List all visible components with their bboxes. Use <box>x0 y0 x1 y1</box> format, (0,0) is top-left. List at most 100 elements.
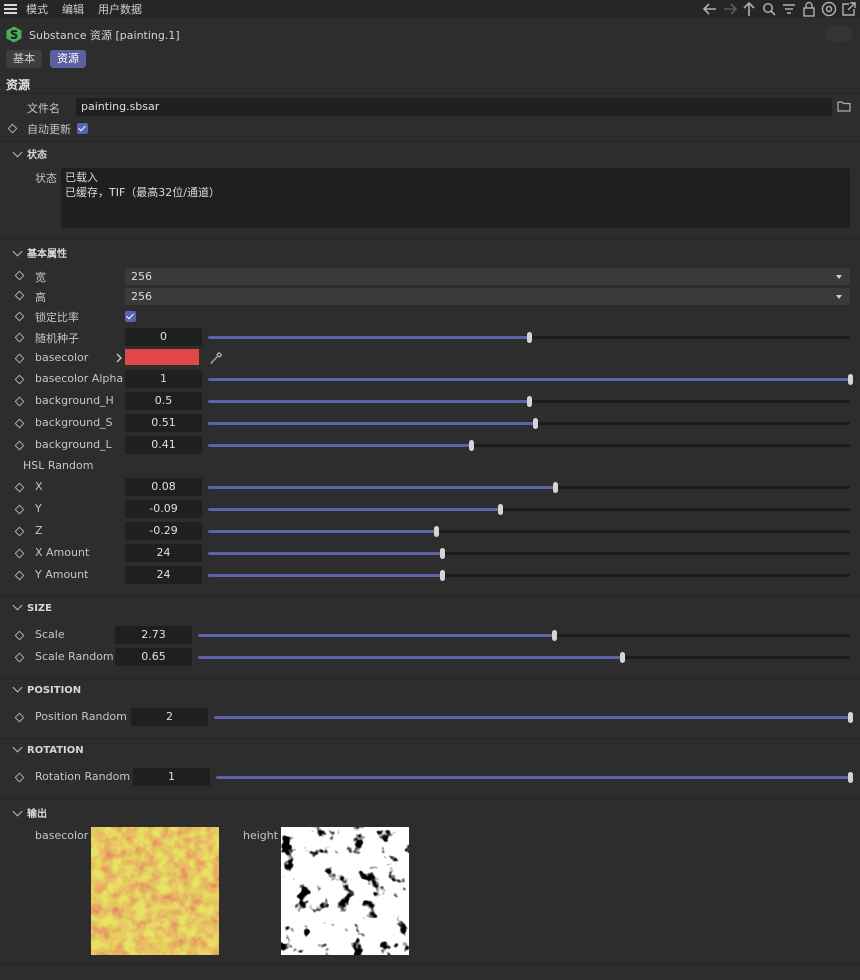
slider-thumb[interactable] <box>440 548 446 559</box>
forward-arrow-icon[interactable] <box>722 2 738 16</box>
eyedropper-icon[interactable] <box>209 350 224 365</box>
slider-thumb[interactable] <box>440 570 446 581</box>
keyframe-diamond-icon[interactable] <box>7 123 18 134</box>
height-value: 256 <box>131 290 152 303</box>
keyframe-diamond-icon[interactable] <box>14 772 25 783</box>
keyframe-diamond-icon[interactable] <box>14 353 25 364</box>
keyframe-diamond-icon[interactable] <box>14 526 25 537</box>
basic-group-title: 基本属性 <box>27 249 67 260</box>
lock-icon[interactable] <box>802 1 816 17</box>
x-field[interactable]: 0.08 <box>125 478 202 496</box>
keyframe-diamond-icon[interactable] <box>14 311 25 322</box>
background-l-slider[interactable] <box>208 440 850 451</box>
tab-basic[interactable]: 基本 <box>6 50 42 68</box>
basecolor-swatch[interactable] <box>125 349 199 365</box>
scale-field[interactable]: 2.73 <box>115 626 192 644</box>
basecolor-alpha-field[interactable]: 1 <box>125 370 202 388</box>
basecolor-alpha-slider[interactable] <box>208 374 853 385</box>
z-slider[interactable] <box>208 526 850 537</box>
background-s-slider[interactable] <box>208 418 850 429</box>
auto-update-checkbox[interactable] <box>77 123 88 134</box>
x-amount-slider[interactable] <box>208 548 850 559</box>
x-amount-field[interactable]: 24 <box>125 544 202 562</box>
background-h-field[interactable]: 0.5 <box>125 392 202 410</box>
slider-thumb[interactable] <box>848 772 853 783</box>
background-s-field[interactable]: 0.51 <box>125 414 202 432</box>
rotation-random-field[interactable]: 1 <box>133 768 210 786</box>
status-line: 已缓存，TIF（最高32位/通道） <box>65 186 220 199</box>
seed-field[interactable]: 0 <box>125 328 202 346</box>
scale-slider[interactable] <box>198 630 850 641</box>
slider-thumb[interactable] <box>527 396 532 407</box>
keyframe-diamond-icon[interactable] <box>14 440 25 451</box>
slider-thumb[interactable] <box>619 652 625 663</box>
keyframe-diamond-icon[interactable] <box>14 290 25 301</box>
position-random-slider[interactable] <box>214 712 853 723</box>
basic-group-header[interactable]: 基本属性 <box>12 245 67 260</box>
position-group-header[interactable]: POSITION <box>12 682 81 696</box>
up-arrow-icon[interactable] <box>742 1 756 17</box>
scale-random-field[interactable]: 0.65 <box>115 648 192 666</box>
y-amount-field[interactable]: 24 <box>125 566 202 584</box>
status-group-header[interactable]: 状态 <box>12 146 47 161</box>
x-label: X <box>35 480 43 493</box>
z-field[interactable]: -0.29 <box>125 522 202 540</box>
keyframe-diamond-icon[interactable] <box>14 332 25 343</box>
filename-field[interactable]: painting.sbsar <box>76 98 832 116</box>
keyframe-diamond-icon[interactable] <box>14 418 25 429</box>
target-icon[interactable] <box>821 1 837 17</box>
y-amount-slider[interactable] <box>208 570 850 581</box>
seed-slider[interactable] <box>208 332 850 343</box>
slider-thumb[interactable] <box>433 526 439 537</box>
slider-thumb[interactable] <box>848 374 853 385</box>
keyframe-diamond-icon[interactable] <box>14 712 25 723</box>
chevron-right-icon[interactable] <box>115 353 123 363</box>
keyframe-diamond-icon[interactable] <box>14 482 25 493</box>
keyframe-diamond-icon[interactable] <box>14 652 25 663</box>
slider-thumb[interactable] <box>551 630 557 641</box>
menu-mode[interactable]: 模式 <box>26 1 48 17</box>
hamburger-menu-icon[interactable] <box>4 4 17 14</box>
slider-thumb[interactable] <box>527 332 532 343</box>
slider-thumb[interactable] <box>848 712 853 723</box>
slider-thumb[interactable] <box>498 504 504 515</box>
keyframe-diamond-icon[interactable] <box>14 630 25 641</box>
menu-edit[interactable]: 编辑 <box>62 1 84 17</box>
output-height-label: height <box>243 829 279 842</box>
folder-icon[interactable] <box>837 100 851 112</box>
filter-icon[interactable] <box>782 3 796 15</box>
keyframe-diamond-icon[interactable] <box>14 374 25 385</box>
keyframe-diamond-icon[interactable] <box>14 504 25 515</box>
rotation-group-header[interactable]: ROTATION <box>12 742 84 756</box>
menu-user-data[interactable]: 用户数据 <box>98 1 142 17</box>
y-slider[interactable] <box>208 504 850 515</box>
basecolor-preview-image[interactable] <box>91 827 219 955</box>
tab-asset[interactable]: 资源 <box>50 50 86 68</box>
toggle-switch[interactable] <box>825 26 852 42</box>
background-l-field[interactable]: 0.41 <box>125 436 202 454</box>
keyframe-diamond-icon[interactable] <box>14 270 25 281</box>
scale-random-slider[interactable] <box>198 652 850 663</box>
position-random-field[interactable]: 2 <box>131 708 208 726</box>
back-arrow-icon[interactable] <box>702 2 718 16</box>
slider-fill <box>208 422 536 425</box>
background-h-slider[interactable] <box>208 396 850 407</box>
size-group-header[interactable]: SIZE <box>12 600 52 614</box>
search-icon[interactable] <box>762 2 776 16</box>
output-group-header[interactable]: 输出 <box>12 805 47 820</box>
slider-thumb[interactable] <box>469 440 475 451</box>
keyframe-diamond-icon[interactable] <box>14 570 25 581</box>
new-window-icon[interactable] <box>841 1 857 17</box>
height-dropdown[interactable]: 256 <box>125 288 850 305</box>
x-slider[interactable] <box>208 482 850 493</box>
height-preview-image[interactable] <box>281 827 409 955</box>
y-field[interactable]: -0.09 <box>125 500 202 518</box>
width-dropdown[interactable]: 256 <box>125 268 850 285</box>
keyframe-diamond-icon[interactable] <box>14 548 25 559</box>
keyframe-diamond-icon[interactable] <box>14 396 25 407</box>
chevron-down-icon <box>12 742 23 753</box>
lock-ratio-checkbox[interactable] <box>125 311 136 322</box>
rotation-random-slider[interactable] <box>216 772 853 783</box>
slider-thumb[interactable] <box>552 482 558 493</box>
slider-thumb[interactable] <box>533 418 539 429</box>
